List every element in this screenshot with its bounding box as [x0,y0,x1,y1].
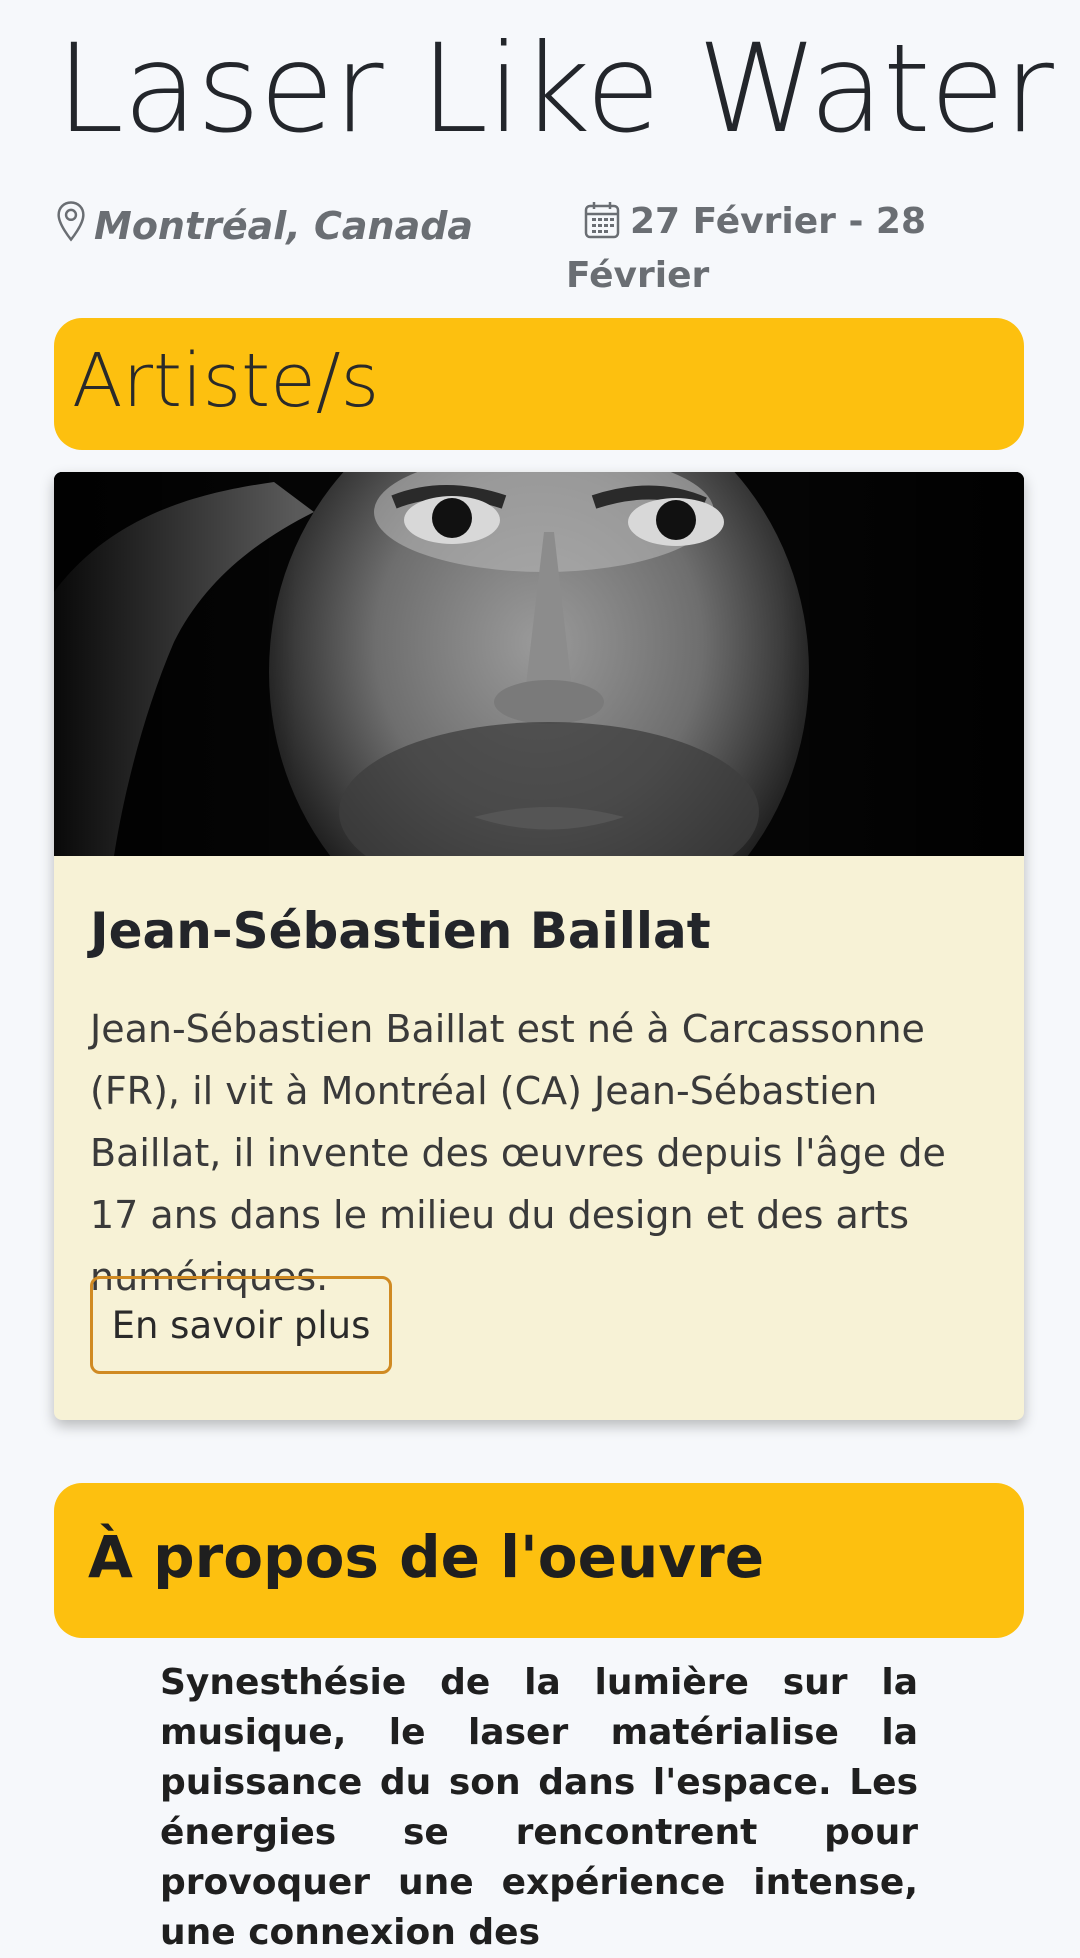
event-dates: 27 Février - 28 Février [566,198,926,300]
map-pin-icon [56,200,86,251]
learn-more-button[interactable]: En savoir plus [90,1276,392,1374]
artist-card: Jean-Sébastien Baillat Jean-Sébastien Ba… [54,472,1024,1420]
about-description: Synesthésie de la lumière sur la musique… [160,1662,918,1953]
artists-section-header: Artiste/s [54,318,1024,450]
about-heading: À propos de l'oeuvre [88,1523,765,1591]
event-location: Montréal, Canada [56,200,473,251]
artist-name: Jean-Sébastien Baillat [90,902,711,960]
artist-photo [54,472,1024,856]
event-page: Laser Like Water Montréal, Canada 27 Fév… [0,0,1080,1953]
artists-heading: Artiste/s [72,338,380,424]
calendar-icon [584,201,620,252]
about-section-header: À propos de l'oeuvre [54,1483,1024,1638]
location-label: Montréal, Canada [94,203,474,248]
artist-bio: Jean-Sébastien Baillat est né à Carcasso… [90,1007,946,1299]
dates-label: 27 Février - 28 Février [566,201,927,296]
page-title: Laser Like Water [56,18,1054,160]
